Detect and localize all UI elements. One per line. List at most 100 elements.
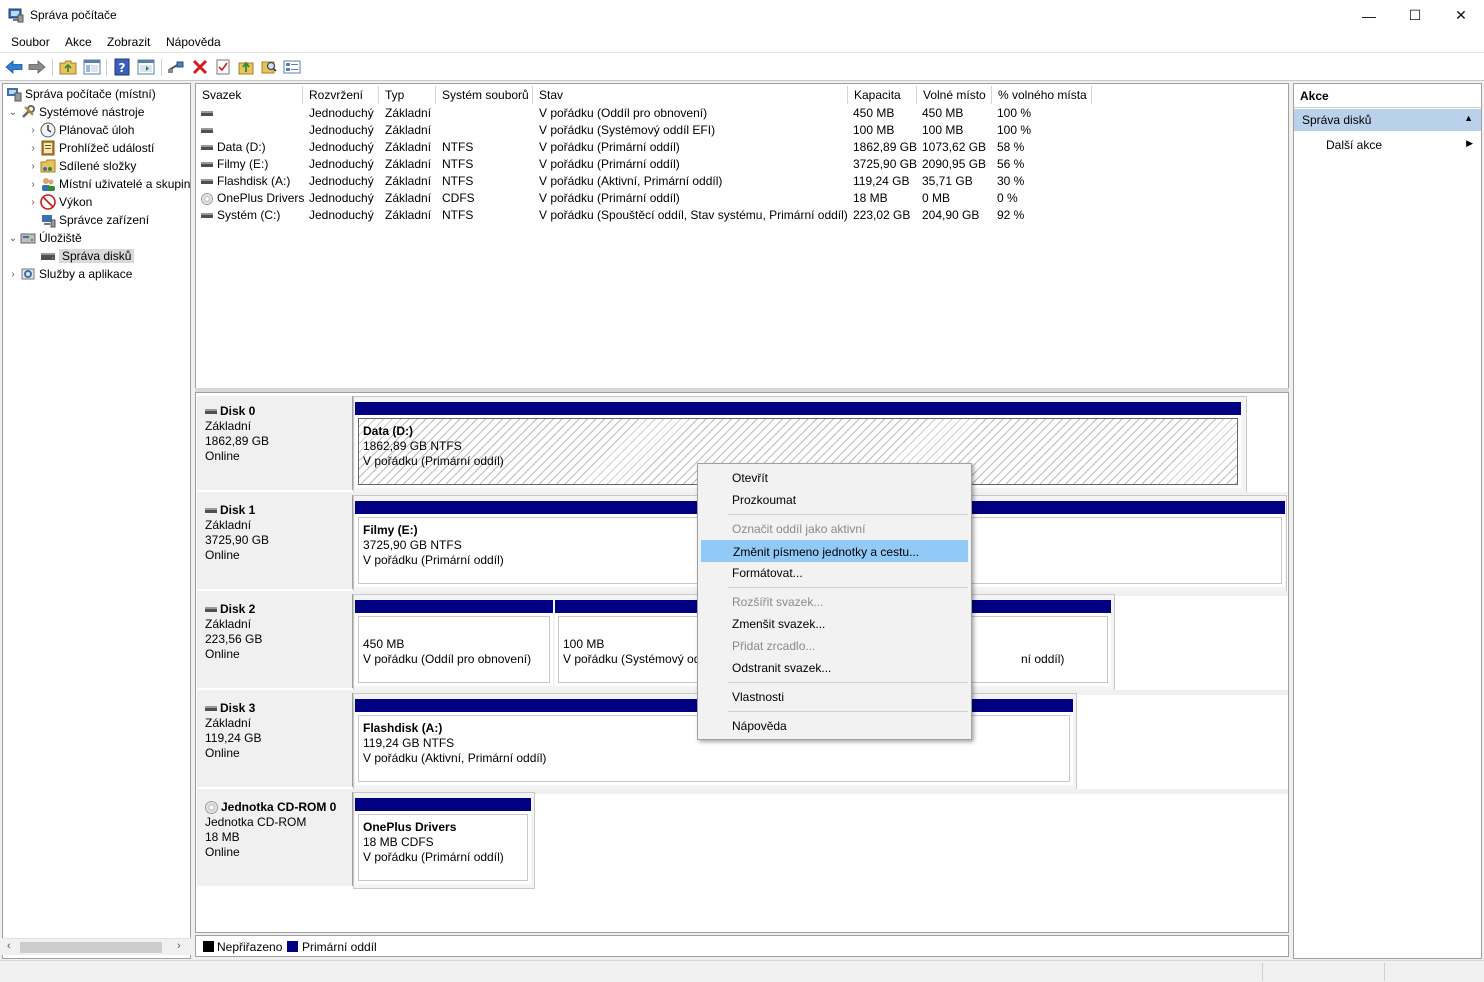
partition-bar — [355, 402, 1241, 415]
col-svazek[interactable]: Svazek — [196, 86, 303, 104]
chevron-down-icon[interactable]: ⌄ — [6, 233, 20, 244]
tree-task-scheduler[interactable]: › Plánovač úloh — [26, 121, 134, 139]
cdrom-0-label[interactable]: Jednotka CD-ROM 0 Jednotka CD-ROM 18 MB … — [197, 792, 353, 886]
partition-recovery[interactable]: 450 MB V pořádku (Oddíl pro obnovení) — [355, 600, 553, 686]
tree-shared-folders[interactable]: › Sdílené složky — [26, 157, 136, 175]
cell-fs: NTFS — [442, 140, 474, 154]
col-kapacita[interactable]: Kapacita — [848, 86, 917, 104]
chevron-down-icon[interactable]: ⌄ — [6, 107, 20, 118]
search-icon[interactable] — [259, 57, 279, 77]
actions-more[interactable]: Další akce ▶ — [1294, 134, 1481, 154]
chevron-right-icon[interactable]: › — [26, 197, 40, 208]
disk-size: 18 MB — [205, 830, 240, 844]
scroll-right-icon[interactable]: › — [177, 940, 181, 952]
console-tree: Správa počítače (místní) ⌄ Systémové nás… — [2, 83, 191, 959]
ctx-delete-volume[interactable]: Odstranit svazek... — [701, 657, 968, 679]
ctx-open[interactable]: Otevřít — [701, 467, 968, 489]
cell-layout: Jednoduchý — [309, 123, 374, 137]
partition-oneplus-drivers[interactable]: OnePlus Drivers 18 MB CDFS V pořádku (Pr… — [355, 798, 531, 884]
disk-management-icon — [41, 253, 55, 260]
col-typ[interactable]: Typ — [379, 86, 436, 104]
chevron-right-icon[interactable]: › — [26, 179, 40, 190]
forward-arrow-icon[interactable] — [27, 57, 47, 77]
tree-services[interactable]: › Služby a aplikace — [6, 265, 132, 283]
event-viewer-icon — [41, 140, 55, 156]
properties-icon[interactable] — [136, 57, 156, 77]
table-row[interactable]: Filmy (E:) Jednoduchý Základní NTFS V po… — [196, 156, 1288, 173]
disk-1-label[interactable]: Disk 1 Základní 3725,90 GB Online — [197, 495, 353, 589]
partition-body[interactable]: 450 MB V pořádku (Oddíl pro obnovení) — [358, 616, 550, 683]
actions-section-disk-management[interactable]: Správa disků ▲ — [1294, 109, 1481, 131]
cell-layout: Jednoduchý — [309, 208, 374, 222]
col-volne-misto[interactable]: Volné místo — [917, 86, 992, 104]
folder-up-icon[interactable] — [58, 57, 78, 77]
disk-name: Disk 3 — [220, 701, 256, 715]
ctx-help[interactable]: Nápověda — [701, 715, 968, 737]
cd-icon — [201, 192, 213, 205]
disk-0-label[interactable]: Disk 0 Základní 1862,89 GB Online — [197, 396, 353, 490]
cell-free: 35,71 GB — [922, 174, 973, 188]
actions-pane: Akce Správa disků ▲ Další akce ▶ — [1293, 83, 1482, 959]
ctx-properties[interactable]: Vlastnosti — [701, 686, 968, 708]
tree-event-viewer[interactable]: › Prohlížeč událostí — [26, 139, 154, 157]
tree-device-manager[interactable]: Správce zařízení — [40, 211, 149, 229]
chevron-right-icon[interactable]: › — [26, 161, 40, 172]
ctx-change-drive-letter[interactable]: Změnit písmeno jednotky a cestu... — [701, 540, 968, 562]
connect-icon[interactable] — [166, 57, 186, 77]
ctx-format[interactable]: Formátovat... — [701, 562, 968, 584]
close-button[interactable]: ✕ — [1438, 0, 1484, 31]
disk-3-label[interactable]: Disk 3 Základní 119,24 GB Online — [197, 693, 353, 787]
minimize-button[interactable]: — — [1346, 0, 1392, 31]
tree-device-manager-label: Správce zařízení — [59, 213, 150, 227]
chevron-right-icon[interactable]: › — [26, 125, 40, 136]
tree-system-tools[interactable]: ⌄ Systémové nástroje — [6, 103, 144, 121]
col-procento-volneho[interactable]: % volného místa — [992, 86, 1092, 104]
tree-local-users[interactable]: › Místní uživatelé a skupiny — [26, 175, 190, 193]
tree-root[interactable]: Správa počítače (místní) — [6, 85, 156, 103]
services-icon — [21, 268, 35, 280]
cell-free: 100 MB — [922, 123, 964, 137]
help-icon[interactable]: ? — [112, 57, 132, 77]
show-hide-tree-icon[interactable] — [82, 57, 102, 77]
legend: Nepřiřazeno Primární oddíl — [195, 935, 1289, 957]
table-row[interactable]: Flashdisk (A:) Jednoduchý Základní NTFS … — [196, 173, 1288, 190]
partition-name — [363, 622, 549, 637]
partition-body[interactable]: OnePlus Drivers 18 MB CDFS V pořádku (Pr… — [358, 814, 528, 881]
disk-2-label[interactable]: Disk 2 Základní 223,56 GB Online — [197, 594, 353, 688]
tree-disk-management[interactable]: Správa disků — [40, 247, 135, 265]
check-icon[interactable] — [213, 57, 233, 77]
disk-type: Základní — [205, 716, 252, 730]
cell-type: Základní — [385, 106, 432, 120]
tree-storage[interactable]: ⌄ Úložiště — [6, 229, 82, 247]
back-arrow-icon[interactable] — [4, 57, 24, 77]
table-row[interactable]: Jednoduchý Základní V pořádku (Systémový… — [196, 122, 1288, 139]
scrollbar-thumb[interactable] — [20, 942, 162, 953]
cell-fs: NTFS — [442, 208, 474, 222]
menu-akce[interactable]: Akce — [65, 35, 92, 49]
table-row[interactable]: Systém (C:) Jednoduchý Základní NTFS V p… — [196, 207, 1288, 224]
ctx-shrink-volume[interactable]: Zmenšit svazek... — [701, 613, 968, 635]
tree-performance[interactable]: › Výkon — [26, 193, 92, 211]
scroll-left-icon[interactable]: ‹ — [7, 940, 11, 952]
table-row[interactable]: OnePlus Drivers Jednoduchý Základní CDFS… — [196, 190, 1288, 207]
disk-type: Základní — [205, 617, 252, 631]
tree-horizontal-scrollbar[interactable]: ‹ › — [2, 938, 191, 955]
delete-icon[interactable] — [190, 57, 210, 77]
menu-napoveda[interactable]: Nápověda — [166, 35, 221, 49]
maximize-button[interactable]: ☐ — [1392, 0, 1438, 31]
cell-layout: Jednoduchý — [309, 174, 374, 188]
chevron-right-icon[interactable]: › — [6, 269, 20, 280]
col-system-souboru[interactable]: Systém souborů — [436, 86, 533, 104]
list-icon[interactable] — [282, 57, 302, 77]
ctx-explore[interactable]: Prozkoumat — [701, 489, 968, 511]
table-row[interactable]: Jednoduchý Základní V pořádku (Oddíl pro… — [196, 105, 1288, 122]
menu-soubor[interactable]: Soubor — [11, 35, 50, 49]
cell-layout: Jednoduchý — [309, 140, 374, 154]
collapse-up-icon[interactable]: ▲ — [1464, 113, 1473, 123]
up-icon[interactable] — [236, 57, 256, 77]
table-row[interactable]: Data (D:) Jednoduchý Základní NTFS V poř… — [196, 139, 1288, 156]
chevron-right-icon[interactable]: › — [26, 143, 40, 154]
col-stav[interactable]: Stav — [533, 86, 848, 104]
menu-zobrazit[interactable]: Zobrazit — [107, 35, 150, 49]
col-rozvrzeni[interactable]: Rozvržení — [303, 86, 379, 104]
